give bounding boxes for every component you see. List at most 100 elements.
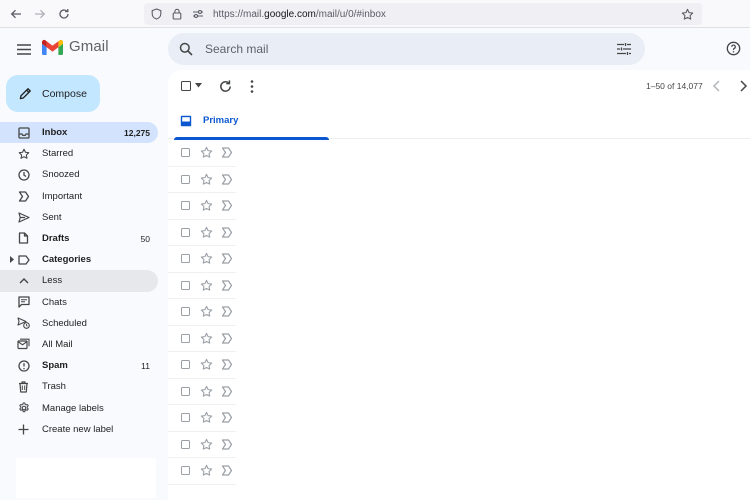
row-checkbox[interactable] bbox=[181, 148, 190, 157]
back-icon[interactable] bbox=[6, 4, 26, 24]
sidebar-item-label: Scheduled bbox=[42, 317, 87, 329]
bookmark-star-icon[interactable] bbox=[678, 5, 696, 23]
pagination-text: 1–50 of 14,077 bbox=[646, 81, 703, 91]
gmail-m-icon bbox=[42, 39, 63, 55]
spam-count: 11 bbox=[141, 360, 150, 371]
sidebar-item-spam[interactable]: Spam 11 bbox=[0, 355, 158, 376]
shield-icon bbox=[147, 5, 165, 23]
star-icon[interactable] bbox=[200, 173, 213, 186]
list-item[interactable] bbox=[168, 273, 236, 299]
forward-icon[interactable] bbox=[30, 4, 50, 24]
refresh-icon[interactable] bbox=[218, 79, 233, 94]
expand-caret-icon[interactable] bbox=[9, 255, 15, 264]
sidebar-item-snoozed[interactable]: Snoozed bbox=[0, 164, 158, 185]
sidebar-item-label: All Mail bbox=[42, 338, 73, 350]
list-item[interactable] bbox=[168, 405, 236, 432]
sidebar-item-drafts[interactable]: Drafts 50 bbox=[0, 228, 158, 249]
chevron-left-icon[interactable] bbox=[711, 79, 723, 93]
important-marker-icon[interactable] bbox=[221, 412, 233, 423]
list-item[interactable] bbox=[168, 352, 236, 379]
important-marker-icon[interactable] bbox=[221, 279, 233, 291]
important-marker-icon[interactable] bbox=[221, 438, 233, 450]
search-options-icon[interactable] bbox=[615, 40, 633, 58]
main-menu-icon[interactable] bbox=[12, 38, 36, 60]
star-icon[interactable] bbox=[200, 279, 213, 292]
row-checkbox[interactable] bbox=[181, 307, 190, 316]
important-marker-icon[interactable] bbox=[221, 332, 233, 344]
star-icon[interactable] bbox=[200, 358, 213, 371]
gmail-logo[interactable]: Gmail bbox=[42, 38, 109, 55]
list-item[interactable] bbox=[168, 299, 236, 326]
sidebar-item-chats[interactable]: Chats bbox=[0, 292, 158, 313]
row-checkbox[interactable] bbox=[181, 254, 190, 263]
important-marker-icon[interactable] bbox=[221, 173, 233, 185]
star-icon[interactable] bbox=[200, 385, 213, 398]
reload-icon[interactable] bbox=[54, 4, 74, 24]
star-icon[interactable] bbox=[200, 464, 213, 477]
star-icon[interactable] bbox=[200, 438, 213, 451]
sidebar-item-scheduled[interactable]: Scheduled bbox=[0, 313, 158, 334]
drafts-count: 50 bbox=[140, 233, 150, 244]
list-item[interactable] bbox=[168, 326, 236, 352]
select-all-checkbox[interactable] bbox=[181, 81, 191, 91]
row-checkbox[interactable] bbox=[181, 333, 190, 343]
list-item[interactable] bbox=[168, 432, 236, 458]
draft-icon bbox=[16, 231, 31, 246]
sidebar-item-inbox[interactable]: Inbox 12,275 bbox=[0, 122, 158, 144]
list-item[interactable] bbox=[168, 220, 236, 246]
important-marker-icon[interactable] bbox=[221, 147, 233, 158]
sidebar-item-label: Trash bbox=[42, 381, 66, 393]
star-icon[interactable] bbox=[200, 305, 213, 318]
sidebar-item-label: Important bbox=[42, 190, 83, 202]
permissions-icon[interactable] bbox=[189, 5, 207, 23]
star-icon[interactable] bbox=[200, 226, 213, 239]
list-item[interactable] bbox=[168, 379, 236, 405]
help-icon[interactable] bbox=[723, 38, 743, 58]
row-checkbox[interactable] bbox=[181, 413, 190, 422]
sidebar-item-sent[interactable]: Sent bbox=[0, 207, 158, 228]
sidebar-item-important[interactable]: Important bbox=[0, 186, 158, 207]
row-checkbox[interactable] bbox=[181, 386, 190, 396]
row-checkbox[interactable] bbox=[181, 201, 190, 210]
star-icon[interactable] bbox=[200, 199, 213, 212]
row-checkbox[interactable] bbox=[181, 439, 190, 449]
lock-icon[interactable] bbox=[168, 5, 186, 23]
star-icon[interactable] bbox=[200, 146, 213, 159]
row-checkbox[interactable] bbox=[181, 360, 190, 369]
list-item[interactable] bbox=[168, 193, 236, 220]
important-marker-icon[interactable] bbox=[221, 253, 233, 264]
gmail-logo-text: Gmail bbox=[69, 38, 109, 55]
sidebar-item-less[interactable]: Less bbox=[0, 270, 158, 292]
important-marker-icon[interactable] bbox=[221, 359, 233, 370]
search-input[interactable] bbox=[205, 42, 605, 56]
more-options-icon[interactable] bbox=[246, 79, 258, 94]
address-bar[interactable]: https://mail.google.com/mail/u/0/#inbox bbox=[144, 3, 702, 25]
star-icon[interactable] bbox=[200, 252, 213, 265]
search-icon[interactable] bbox=[176, 39, 196, 59]
row-checkbox[interactable] bbox=[181, 174, 190, 184]
sidebar-item-categories[interactable]: Categories bbox=[0, 249, 158, 270]
select-dropdown-caret-icon[interactable] bbox=[195, 83, 202, 88]
row-checkbox[interactable] bbox=[181, 466, 190, 475]
list-item[interactable] bbox=[168, 458, 236, 485]
sidebar-item-all-mail[interactable]: All Mail bbox=[0, 334, 158, 355]
sidebar-item-create-label[interactable]: Create new label bbox=[0, 419, 158, 440]
list-item[interactable] bbox=[168, 246, 236, 273]
important-marker-icon[interactable] bbox=[221, 200, 233, 211]
important-marker-icon[interactable] bbox=[221, 385, 233, 397]
sidebar-item-trash[interactable]: Trash bbox=[0, 376, 158, 397]
tab-primary[interactable]: Primary bbox=[174, 107, 329, 140]
star-icon[interactable] bbox=[200, 332, 213, 345]
sidebar-item-starred[interactable]: Starred bbox=[0, 143, 158, 164]
star-icon[interactable] bbox=[200, 411, 213, 424]
sidebar-item-manage-labels[interactable]: Manage labels bbox=[0, 397, 158, 418]
important-marker-icon[interactable] bbox=[221, 226, 233, 238]
compose-button[interactable]: Compose bbox=[6, 75, 100, 112]
row-checkbox[interactable] bbox=[181, 280, 190, 290]
list-item[interactable] bbox=[168, 140, 236, 167]
list-item[interactable] bbox=[168, 167, 236, 193]
row-checkbox[interactable] bbox=[181, 227, 190, 237]
chevron-right-icon[interactable] bbox=[737, 79, 749, 93]
important-marker-icon[interactable] bbox=[221, 306, 233, 317]
important-marker-icon[interactable] bbox=[221, 465, 233, 476]
